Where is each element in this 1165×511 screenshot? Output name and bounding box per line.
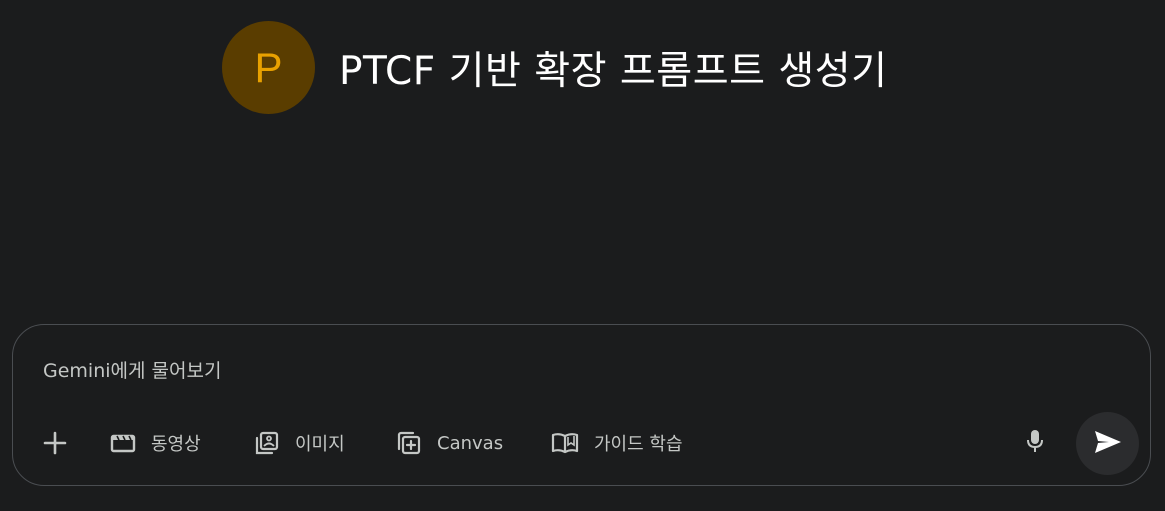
guided-learning-label: 가이드 학습 [594, 434, 683, 455]
video-tool-button[interactable]: 동영상 [109, 411, 201, 475]
guided-learning-button[interactable]: 가이드 학습 [550, 411, 683, 475]
image-stack-icon [253, 429, 281, 457]
microphone-icon [1025, 428, 1045, 458]
gem-title: PTCF 기반 확장 프롬프트 생성기 [339, 48, 888, 94]
image-tool-label: 이미지 [295, 434, 345, 455]
canvas-add-icon [395, 429, 423, 457]
add-button[interactable] [41, 411, 69, 475]
prompt-input[interactable]: Gemini에게 물어보기 [43, 356, 221, 383]
prompt-composer[interactable]: Gemini에게 물어보기 동영상 이미지 Canvas 가이드 학습 [12, 324, 1151, 486]
gem-avatar: P [222, 21, 315, 114]
video-tool-label: 동영상 [151, 434, 201, 455]
clapperboard-icon [109, 431, 137, 455]
canvas-tool-label: Canvas [437, 432, 504, 454]
plus-icon [41, 429, 69, 457]
image-tool-button[interactable]: 이미지 [253, 411, 345, 475]
composer-toolbar: 동영상 이미지 Canvas 가이드 학습 [13, 411, 1150, 475]
gem-chat-page: P PTCF 기반 확장 프롬프트 생성기 Gemini에게 물어보기 동영상 … [0, 0, 1165, 511]
gem-header: P PTCF 기반 확장 프롬프트 생성기 [222, 21, 888, 114]
send-button[interactable] [1076, 412, 1139, 475]
send-icon [1093, 429, 1123, 459]
open-book-icon [550, 430, 580, 456]
canvas-tool-button[interactable]: Canvas [395, 411, 503, 475]
microphone-button[interactable] [1024, 429, 1046, 457]
